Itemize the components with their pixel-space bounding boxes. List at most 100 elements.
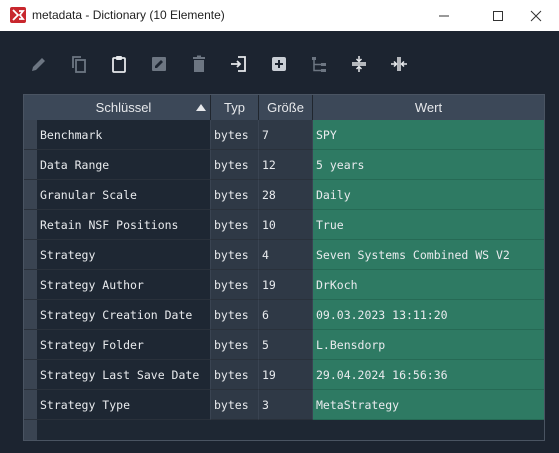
- tree-icon: [312, 57, 326, 72]
- cell-key[interactable]: Strategy Author: [37, 270, 211, 300]
- import-icon: [231, 56, 246, 72]
- cell-type[interactable]: bytes: [211, 390, 259, 420]
- collapse-rows-button[interactable]: [347, 52, 371, 76]
- row-header[interactable]: [24, 390, 37, 420]
- title-bar: metadata - Dictionary (10 Elemente): [0, 0, 559, 31]
- cell-key[interactable]: Strategy Creation Date: [37, 300, 211, 330]
- table-row[interactable]: Data Range bytes 12 5 years: [37, 150, 544, 180]
- cell-size[interactable]: 12: [259, 150, 313, 180]
- cell-size[interactable]: 7: [259, 120, 313, 150]
- cell-key[interactable]: Strategy: [37, 240, 211, 270]
- close-button[interactable]: [513, 0, 559, 31]
- row-header[interactable]: [24, 150, 37, 180]
- cell-size[interactable]: 5: [259, 330, 313, 360]
- cell-size[interactable]: 3: [259, 390, 313, 420]
- column-header-size[interactable]: Größe: [259, 95, 313, 120]
- collapse-cols-icon: [391, 57, 407, 71]
- cell-value[interactable]: DrKoch: [313, 270, 544, 300]
- cell-type[interactable]: bytes: [211, 330, 259, 360]
- cell-key[interactable]: Retain NSF Positions: [37, 210, 211, 240]
- cell-key[interactable]: Strategy Type: [37, 390, 211, 420]
- table-empty-area: [37, 420, 544, 440]
- column-header-label: Schlüssel: [95, 100, 152, 115]
- cell-type[interactable]: bytes: [211, 120, 259, 150]
- collapse-columns-button[interactable]: [387, 52, 411, 76]
- column-header-label: Größe: [267, 100, 304, 115]
- cell-type[interactable]: bytes: [211, 180, 259, 210]
- delete-button[interactable]: [187, 52, 211, 76]
- table-row[interactable]: Benchmark bytes 7 SPY: [37, 120, 544, 150]
- cell-type[interactable]: bytes: [211, 240, 259, 270]
- row-header[interactable]: [24, 210, 37, 240]
- cell-size[interactable]: 19: [259, 360, 313, 390]
- cell-key[interactable]: Granular Scale: [37, 180, 211, 210]
- dictionary-table: Schlüssel Typ Größe Wert Benchmark bytes 7…: [23, 94, 545, 441]
- row-header[interactable]: [24, 180, 37, 210]
- cell-value[interactable]: Daily: [313, 180, 544, 210]
- cell-value[interactable]: MetaStrategy: [313, 390, 544, 420]
- image-edit-icon: [152, 57, 166, 71]
- cell-value[interactable]: 29.04.2024 16:56:36: [313, 360, 544, 390]
- cell-value[interactable]: Seven Systems Combined WS V2: [313, 240, 544, 270]
- table-row[interactable]: Strategy Folder bytes 5 L.Bensdorp: [37, 330, 544, 360]
- cell-key[interactable]: Benchmark: [37, 120, 211, 150]
- dictionary-window: metadata - Dictionary (10 Elemente) Schl…: [0, 0, 559, 453]
- column-header-value[interactable]: Wert: [313, 95, 544, 120]
- row-header[interactable]: [24, 120, 37, 150]
- sort-ascending-icon: [196, 104, 206, 111]
- pencil-icon: [32, 58, 45, 71]
- cell-value[interactable]: 09.03.2023 13:11:20: [313, 300, 544, 330]
- paste-button[interactable]: [107, 52, 131, 76]
- copy-button[interactable]: [67, 52, 91, 76]
- column-header-label: Typ: [224, 100, 245, 115]
- table-row[interactable]: Strategy bytes 4 Seven Systems Combined WS …: [37, 240, 544, 270]
- row-header[interactable]: [24, 360, 37, 390]
- cell-value[interactable]: 5 years: [313, 150, 544, 180]
- cell-type[interactable]: bytes: [211, 360, 259, 390]
- cell-type[interactable]: bytes: [211, 210, 259, 240]
- copy-icon: [72, 56, 86, 73]
- cell-value[interactable]: L.Bensdorp: [313, 330, 544, 360]
- row-header[interactable]: [24, 270, 37, 300]
- cell-size[interactable]: 4: [259, 240, 313, 270]
- cell-size[interactable]: 6: [259, 300, 313, 330]
- row-header[interactable]: [24, 300, 37, 330]
- maximize-icon: [493, 10, 503, 21]
- cell-size[interactable]: 10: [259, 210, 313, 240]
- cell-value[interactable]: SPY: [313, 120, 544, 150]
- table-row[interactable]: Strategy Creation Date bytes 6 09.03.2023 1…: [37, 300, 544, 330]
- cell-key[interactable]: Strategy Folder: [37, 330, 211, 360]
- table-row[interactable]: Strategy Author bytes 19 DrKoch: [37, 270, 544, 300]
- minimize-button[interactable]: [421, 0, 467, 31]
- table-row[interactable]: Strategy Type bytes 3 MetaStrategy: [37, 390, 544, 420]
- tree-button[interactable]: [307, 52, 331, 76]
- cell-size[interactable]: 19: [259, 270, 313, 300]
- cell-value[interactable]: True: [313, 210, 544, 240]
- cell-type[interactable]: bytes: [211, 300, 259, 330]
- row-header[interactable]: [24, 330, 37, 360]
- minimize-icon: [439, 15, 449, 16]
- table-corner: [24, 95, 37, 120]
- collapse-rows-icon: [352, 56, 366, 72]
- trash-icon: [193, 55, 205, 72]
- app-logo-icon: [10, 7, 26, 23]
- cell-type[interactable]: bytes: [211, 270, 259, 300]
- clipboard-icon: [112, 56, 126, 73]
- column-header-type[interactable]: Typ: [211, 95, 259, 120]
- add-button[interactable]: [267, 52, 291, 76]
- column-header-key[interactable]: Schlüssel: [37, 95, 211, 120]
- cell-key[interactable]: Strategy Last Save Date: [37, 360, 211, 390]
- table-row[interactable]: Retain NSF Positions bytes 10 True: [37, 210, 544, 240]
- edit-button[interactable]: [27, 52, 51, 76]
- table-row[interactable]: Granular Scale bytes 28 Daily: [37, 180, 544, 210]
- cell-size[interactable]: 28: [259, 180, 313, 210]
- cell-type[interactable]: bytes: [211, 150, 259, 180]
- image-edit-button[interactable]: [147, 52, 171, 76]
- column-header-label: Wert: [414, 100, 443, 115]
- window-title: metadata - Dictionary (10 Elemente): [32, 8, 225, 22]
- add-icon: [272, 57, 286, 71]
- row-header[interactable]: [24, 240, 37, 270]
- table-row[interactable]: Strategy Last Save Date bytes 19 29.04.2024…: [37, 360, 544, 390]
- import-button[interactable]: [227, 52, 251, 76]
- cell-key[interactable]: Data Range: [37, 150, 211, 180]
